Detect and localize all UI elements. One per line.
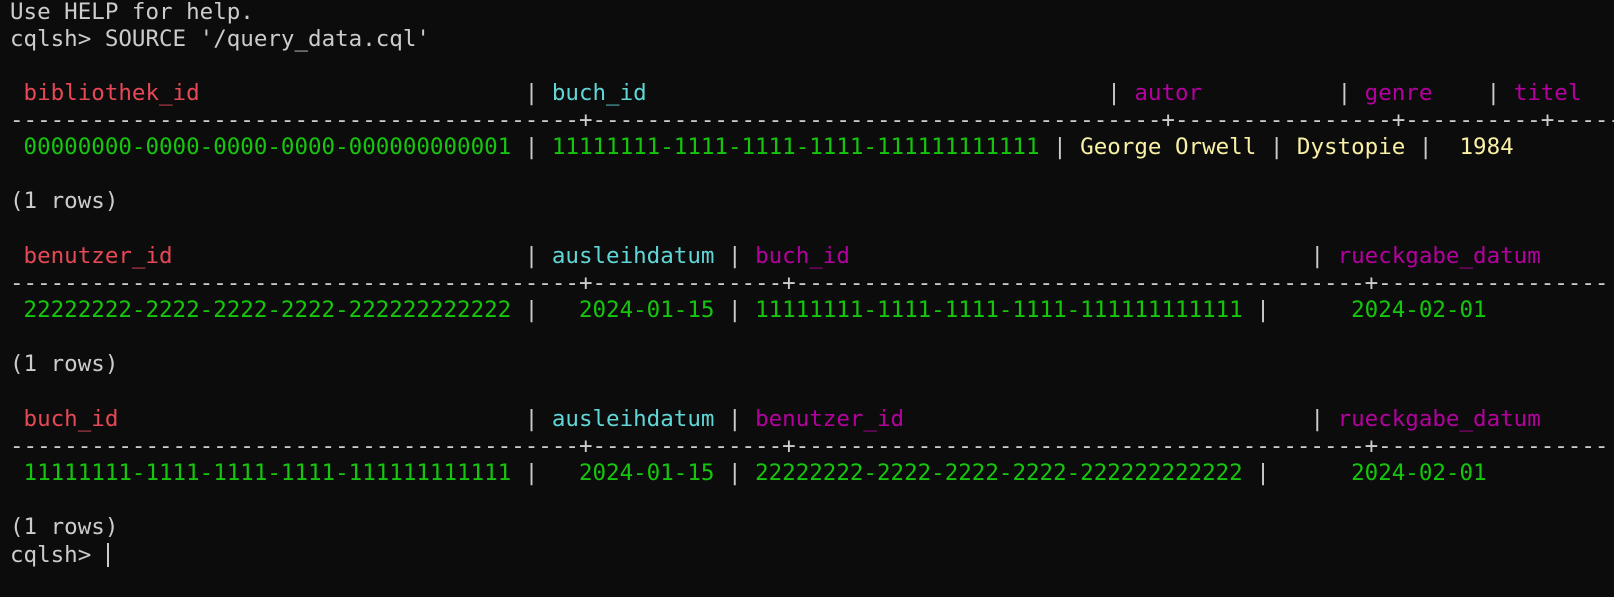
header-benutzer-id: benutzer_id	[23, 243, 173, 269]
header-buch-id: buch_id	[755, 243, 850, 269]
cell-buch-id: 11111111-1111-1111-1111-111111111111	[755, 297, 1243, 323]
cell-ausleihdatum: 2024-01-15	[578, 297, 715, 323]
header-bibliothek-id: bibliothek_id	[23, 80, 200, 106]
table-2-separator: ----------------------------------------…	[10, 270, 1609, 296]
cell-titel: 1984	[1459, 134, 1514, 160]
cell-genre: Dystopie	[1296, 134, 1406, 160]
table-2-header: benutzer_id | ausleihdatum | buch_id | r…	[23, 243, 1541, 269]
header-ausleihdatum: ausleihdatum	[551, 406, 715, 432]
text-cursor	[106, 543, 109, 567]
header-rueckgabe-datum: rueckgabe_datum	[1337, 406, 1541, 432]
cell-rueckgabe-datum: 2024-02-01	[1351, 297, 1487, 323]
table-row: 22222222-2222-2222-2222-222222222222 | 2…	[23, 297, 1487, 323]
header-buch-id: buch_id	[23, 406, 119, 432]
command-line: cqlsh> SOURCE '/query_data.cql'	[10, 25, 430, 53]
header-ausleihdatum: ausleihdatum	[551, 243, 715, 269]
cell-autor: George Orwell	[1080, 134, 1257, 160]
table-3-separator: ----------------------------------------…	[10, 433, 1609, 459]
header-rueckgabe-datum: rueckgabe_datum	[1337, 243, 1541, 269]
help-line: Use HELP for help.	[10, 0, 254, 25]
header-titel: titel	[1513, 80, 1582, 106]
prompt: cqlsh>	[10, 542, 92, 568]
header-genre: genre	[1364, 80, 1433, 106]
prompt: cqlsh>	[10, 26, 92, 52]
cell-ausleihdatum: 2024-01-15	[578, 460, 715, 486]
table-3-header: buch_id | ausleihdatum | benutzer_id | r…	[23, 406, 1541, 432]
input-prompt-line[interactable]: cqlsh>	[10, 541, 109, 569]
command-text: SOURCE '/query_data.cql'	[104, 26, 430, 52]
table-row: 00000000-0000-0000-0000-000000000001 | 1…	[23, 134, 1514, 160]
cell-benutzer-id: 22222222-2222-2222-2222-222222222222	[755, 460, 1243, 486]
rows-count: (1 rows)	[10, 188, 119, 214]
rows-count: (1 rows)	[10, 514, 119, 540]
header-benutzer-id: benutzer_id	[755, 406, 905, 432]
header-autor: autor	[1134, 80, 1203, 106]
table-row: 11111111-1111-1111-1111-111111111111 | 2…	[23, 460, 1487, 486]
table-1-separator: ----------------------------------------…	[10, 107, 1614, 133]
cell-rueckgabe-datum: 2024-02-01	[1351, 460, 1487, 486]
header-buch-id: buch_id	[551, 80, 647, 106]
cell-benutzer-id: 22222222-2222-2222-2222-222222222222	[23, 297, 512, 323]
rows-count: (1 rows)	[10, 351, 119, 377]
cell-bibliothek-id: 00000000-0000-0000-0000-000000000001	[23, 134, 512, 160]
terminal-window[interactable]: Use HELP for help. cqlsh> SOURCE '/query…	[0, 0, 1614, 597]
table-1-header: bibliothek_id | buch_id | autor | genre …	[23, 80, 1582, 106]
cell-buch-id: 11111111-1111-1111-1111-111111111111	[551, 134, 1040, 160]
cell-buch-id: 11111111-1111-1111-1111-111111111111	[23, 460, 512, 486]
